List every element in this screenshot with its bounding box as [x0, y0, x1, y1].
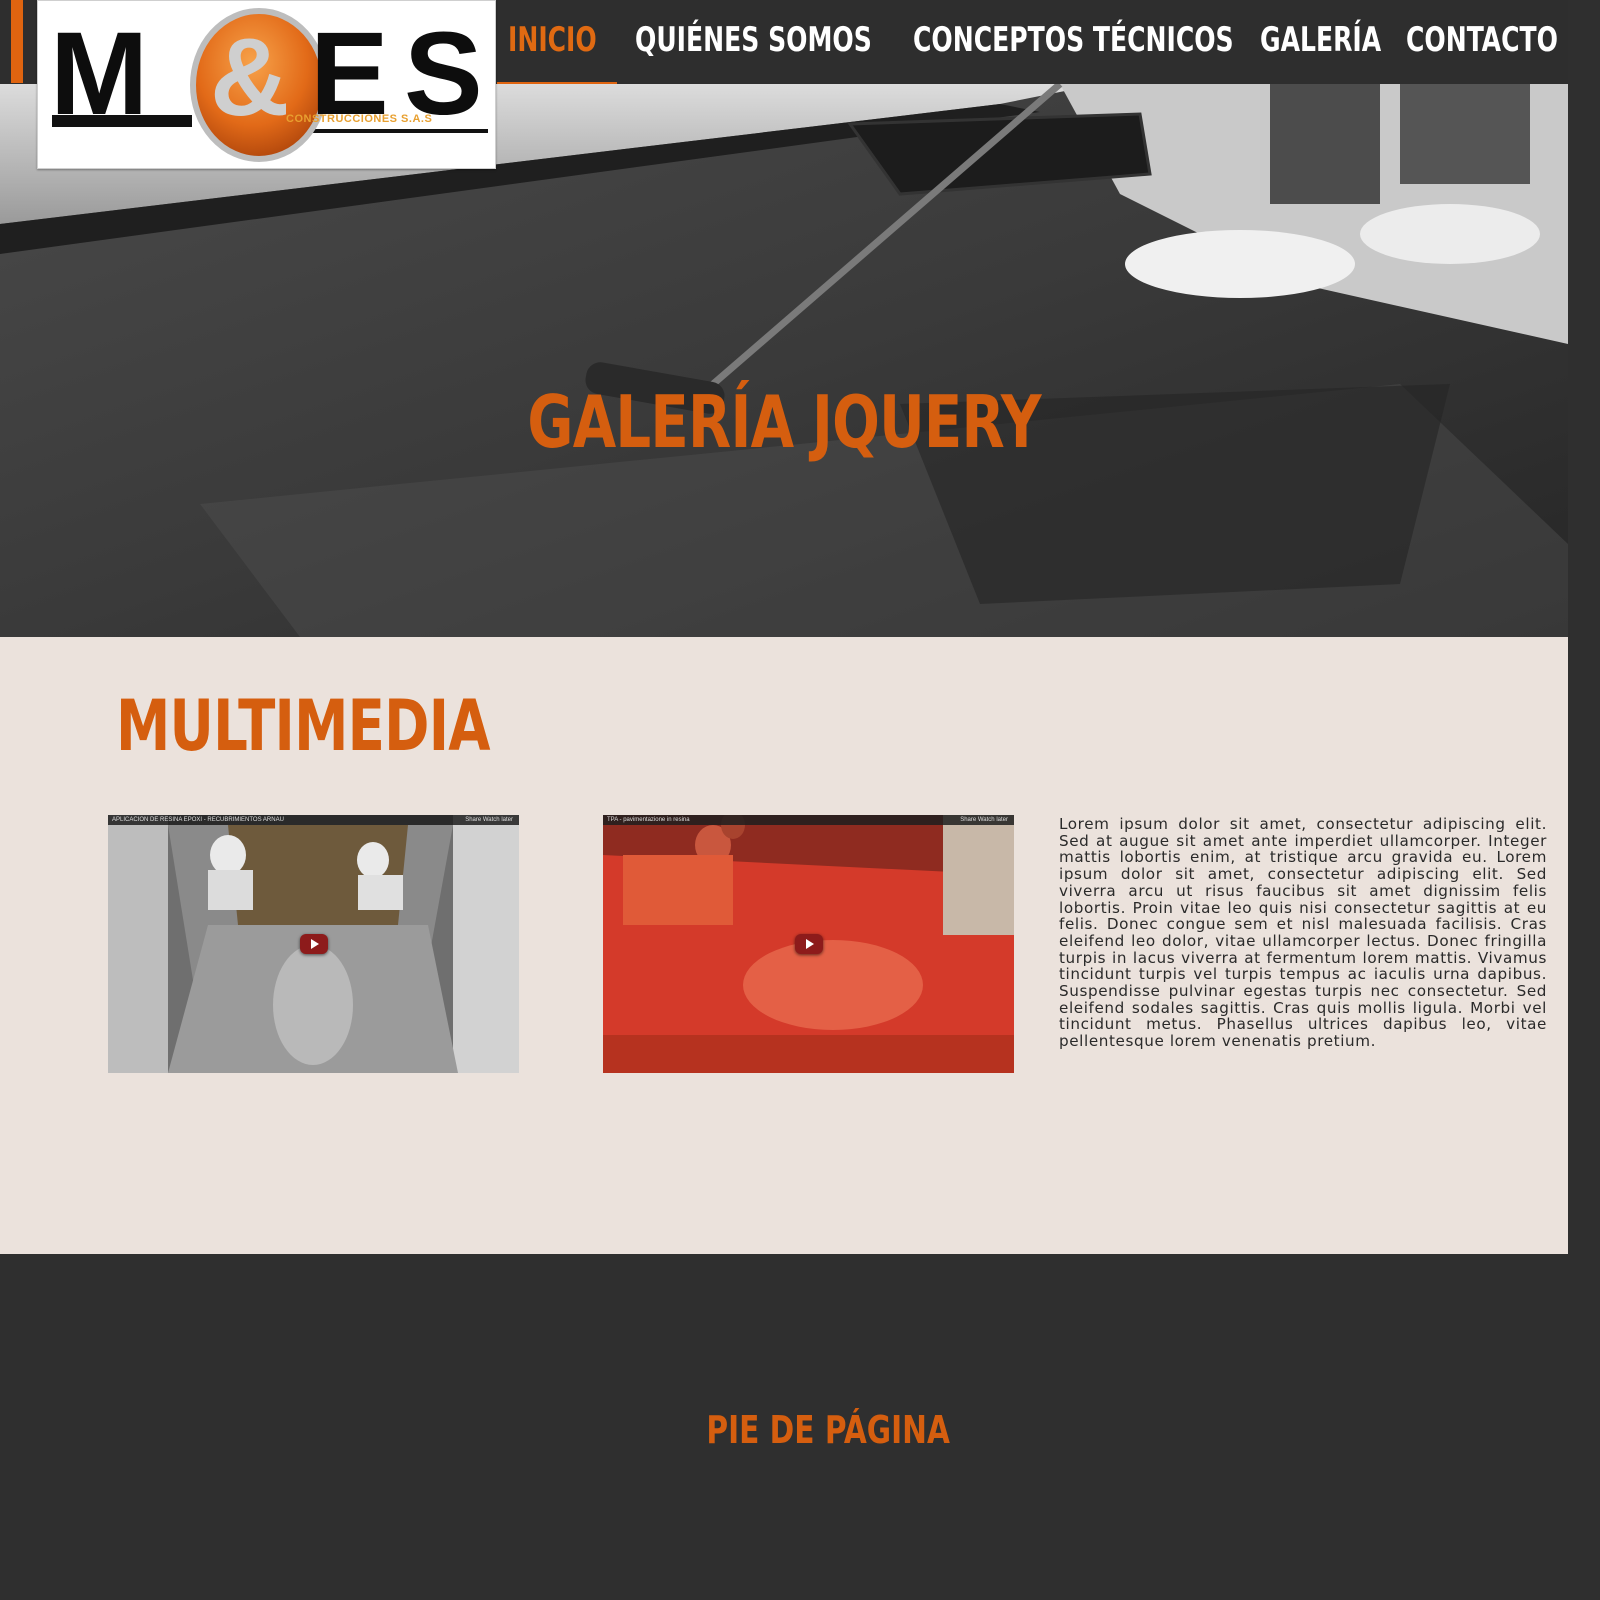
- nav-item-inicio[interactable]: INICIO: [508, 14, 597, 66]
- hero-title: GALERÍA JQUERY: [527, 380, 1041, 464]
- play-icon[interactable]: [794, 934, 823, 954]
- nav-item-galeria[interactable]: GALERÍA: [1260, 14, 1381, 66]
- video-title-bar: APLICACION DE RESINA EPOXI - RECUBRIMIEN…: [108, 815, 519, 825]
- video-player-epoxy-gray[interactable]: APLICACION DE RESINA EPOXI - RECUBRIMIEN…: [108, 815, 519, 1073]
- nav-item-quienes-somos[interactable]: QUIÉNES SOMOS: [635, 14, 872, 66]
- page-footer: PIE DE PÁGINA: [0, 1254, 1568, 1568]
- logo-ampersand: &: [210, 16, 289, 139]
- nav-item-contacto[interactable]: CONTACTO: [1406, 14, 1558, 66]
- video-title-bar: TPA - pavimentazione in resina Share Wat…: [603, 815, 1014, 825]
- company-logo[interactable]: M & E S CONSTRUCCIONES S.A.S: [37, 0, 496, 169]
- video-controls-label[interactable]: Share Watch later: [960, 815, 1008, 825]
- logo-letter-m: M: [50, 8, 148, 140]
- left-accent-bar: [11, 0, 23, 83]
- section-title: MULTIMEDIA: [116, 685, 490, 767]
- video-player-epoxy-red[interactable]: TPA - pavimentazione in resina Share Wat…: [603, 815, 1014, 1073]
- play-icon[interactable]: [299, 934, 328, 954]
- logo-wordmark: M & E S CONSTRUCCIONES S.A.S: [38, 1, 495, 168]
- footer-title: PIE DE PÁGINA: [706, 1408, 950, 1452]
- video-caption: TPA - pavimentazione in resina: [607, 817, 690, 823]
- multimedia-section: MULTIMEDIA APLICACION DE RESINA EPOXI - …: [0, 637, 1568, 1254]
- logo-subtitle: CONSTRUCCIONES S.A.S: [286, 113, 433, 125]
- multimedia-description: Lorem ipsum dolor sit amet, consectetur …: [1059, 815, 1547, 1051]
- video-caption: APLICACION DE RESINA EPOXI - RECUBRIMIEN…: [112, 817, 284, 823]
- video-controls-label[interactable]: Share Watch later: [465, 815, 513, 825]
- nav-item-conceptos-tecnicos[interactable]: CONCEPTOS TÉCNICOS: [913, 14, 1234, 66]
